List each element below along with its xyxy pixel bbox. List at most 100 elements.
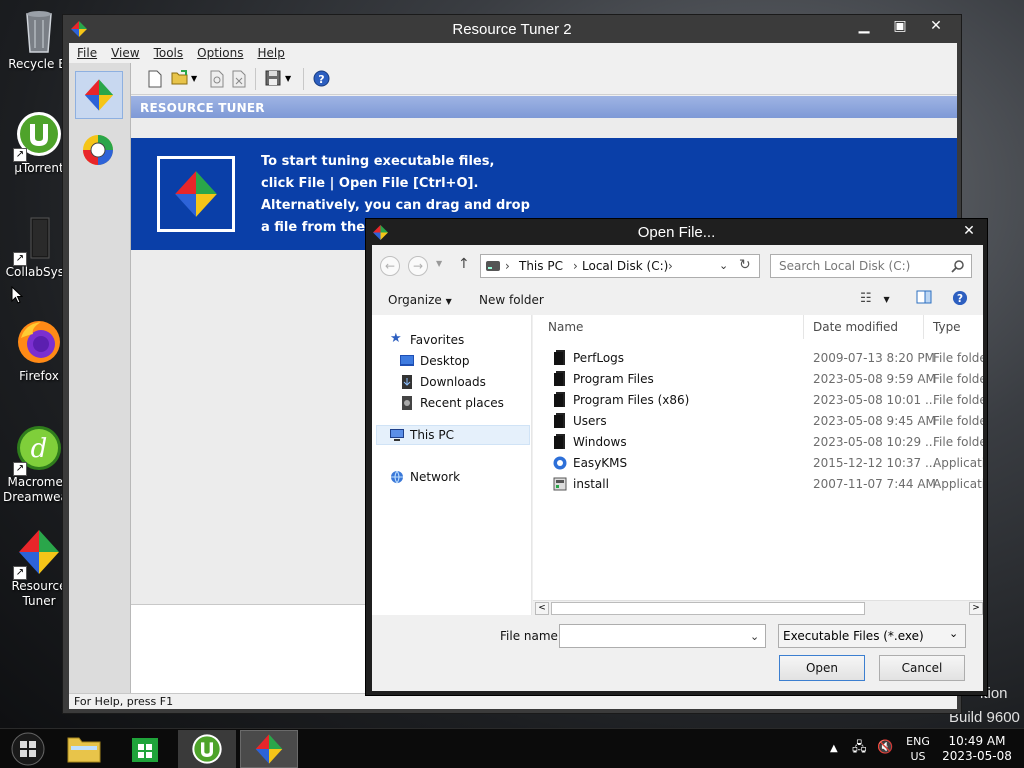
file-type: File folder [933, 351, 983, 365]
menu-view[interactable]: View [103, 43, 145, 60]
recent-locations-button[interactable]: ▼ [436, 259, 442, 268]
network-error-icon: 🖧 [852, 740, 867, 755]
main-toolbar: ▼ ▼ ? [131, 63, 957, 95]
svg-text:?: ? [957, 293, 963, 305]
maximize-icon: ▣ [893, 18, 907, 34]
forward-button[interactable]: → [408, 256, 428, 276]
menu-help[interactable]: Help [249, 43, 290, 60]
file-name-input[interactable] [559, 624, 766, 648]
refresh-icon[interactable]: ↻ [739, 257, 751, 273]
taskbar-store[interactable] [116, 730, 174, 768]
side-pane [69, 63, 131, 693]
close-file-button[interactable] [231, 70, 249, 88]
organize-button[interactable]: Organize ▼ [388, 293, 452, 307]
file-name-label: File name: [500, 629, 562, 643]
file-type-selected: Executable Files (*.exe) [783, 629, 924, 643]
taskbar-file-explorer[interactable] [56, 730, 114, 768]
view-options-button[interactable]: ☷ ▼ [860, 291, 890, 306]
sidepane-tool-button[interactable] [81, 133, 117, 169]
open-dropdown-button[interactable]: ▼ [191, 70, 201, 88]
main-title-bar[interactable]: Resource Tuner 2 ▁ ▣ ✕ [63, 15, 961, 43]
file-name: Users [573, 414, 607, 428]
sort-ascending-icon: ^ [669, 315, 677, 322]
help-button[interactable]: ? [313, 70, 331, 88]
folder-icon [554, 350, 565, 365]
file-name-dropdown-button[interactable]: ⌄ [750, 630, 759, 643]
recent-places-icon [402, 396, 412, 410]
file-list-header: Name ^ Date modified Type [533, 315, 983, 339]
back-button[interactable]: ← [380, 256, 400, 276]
breadcrumb-local-disk[interactable]: Local Disk (C:) [582, 259, 668, 273]
column-separator [803, 315, 804, 339]
tray-volume[interactable]: 🔇 [877, 740, 893, 755]
column-header-type[interactable]: Type [933, 320, 961, 334]
chevron-up-icon: ▲ [830, 743, 838, 754]
file-date: 2023-05-08 10:29 ... [813, 435, 937, 449]
up-button[interactable]: ↑ [458, 256, 470, 272]
file-type: File folder [933, 435, 983, 449]
address-dropdown-icon[interactable]: ⌄ [719, 259, 728, 272]
tray-overflow-button[interactable]: ▲ [830, 741, 838, 756]
search-input[interactable] [771, 255, 947, 277]
banner-text-line-2: click File | Open File [Ctrl+O]. [261, 176, 479, 191]
dialog-title: Open File... [637, 224, 716, 241]
save-dropdown-button[interactable]: ▼ [285, 70, 295, 88]
new-file-button[interactable] [147, 70, 165, 88]
tray-language[interactable]: ENG US [902, 734, 934, 764]
scroll-right-button[interactable]: > [969, 602, 983, 615]
column-header-name[interactable]: Name [548, 320, 583, 334]
column-header-date[interactable]: Date modified [813, 320, 898, 334]
taskbar-resource-tuner[interactable] [240, 730, 298, 768]
minimize-icon: ▁ [858, 18, 870, 34]
help-icon: ? [952, 290, 968, 305]
arrow-left-icon: ← [384, 259, 396, 273]
resource-tuner-icon: ↗ [13, 528, 63, 580]
file-date: 2009-07-13 8:20 PM [813, 351, 935, 365]
new-file-icon [148, 70, 162, 88]
tray-network[interactable]: 🖧 [852, 740, 867, 755]
menu-file[interactable]: File [69, 43, 103, 60]
file-row[interactable]: EasyKMS 2015-12-12 10:37 ...Applicatio [533, 452, 983, 473]
cancel-button[interactable]: Cancel [879, 655, 965, 681]
start-button[interactable] [0, 730, 58, 768]
sidepane-resource-tuner-button[interactable] [75, 71, 123, 119]
file-row[interactable]: Users 2023-05-08 9:45 AMFile folder [533, 410, 983, 431]
folder-icon [554, 392, 565, 407]
file-type-select[interactable]: Executable Files (*.exe) ⌄ [778, 624, 966, 648]
taskbar-utorrent[interactable] [178, 730, 236, 768]
region-code: US [910, 750, 926, 763]
file-row[interactable]: Program Files (x86) 2023-05-08 10:01 ... F… [533, 389, 983, 410]
address-box[interactable]: › This PC › Local Disk (C:) › ⌄ ↻ [480, 254, 760, 278]
file-row[interactable]: Windows 2023-05-08 10:29 ...File folder [533, 431, 983, 452]
dialog-title-bar[interactable]: Open File... ✕ [366, 219, 987, 245]
scroll-left-button[interactable]: < [535, 602, 549, 615]
open-file-button[interactable] [171, 70, 189, 88]
installer-icon [553, 477, 567, 491]
tray-clock[interactable]: 10:49 AM 2023-05-08 [942, 734, 1012, 764]
chevron-down-icon: ⌄ [750, 630, 760, 643]
breadcrumb-this-pc[interactable]: This PC [519, 259, 563, 273]
menu-options[interactable]: Options [189, 43, 249, 60]
save-button[interactable] [265, 70, 283, 88]
close-button[interactable]: ✕ [919, 15, 953, 37]
menu-tools[interactable]: Tools [146, 43, 190, 60]
chevron-right-icon: > [972, 603, 980, 613]
open-button[interactable]: Open [779, 655, 865, 681]
scroll-thumb[interactable] [551, 602, 865, 615]
minimize-button[interactable]: ▁ [847, 15, 881, 37]
maximize-button[interactable]: ▣ [883, 15, 917, 37]
file-row[interactable]: Program Files 2023-05-08 9:59 AM File fold… [533, 368, 983, 389]
preview-pane-button[interactable] [916, 290, 932, 307]
arrow-right-icon: → [412, 259, 424, 273]
new-folder-button[interactable]: New folder [479, 293, 544, 307]
recent-file-button[interactable] [209, 70, 227, 88]
horizontal-scrollbar[interactable]: < > [533, 600, 983, 616]
dialog-help-button[interactable]: ? [952, 290, 968, 309]
file-row[interactable]: install 2007-11-07 7:44 AMApplicatio [533, 473, 983, 494]
downloads-icon [402, 375, 412, 389]
file-date: 2023-05-08 10:01 ... [813, 393, 937, 407]
dialog-close-button[interactable]: ✕ [952, 220, 986, 242]
address-bar-row: ← → ▼ ↑ › This PC › Local Disk (C:) › ⌄ … [372, 245, 983, 285]
file-name: Program Files [573, 372, 654, 386]
file-row[interactable]: PerfLogs 2009-07-13 8:20 PMFile folder [533, 347, 983, 368]
